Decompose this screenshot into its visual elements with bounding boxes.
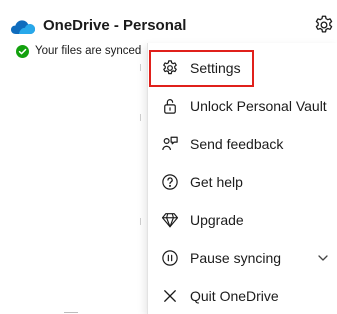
feedback-icon [162,136,178,151]
menu-item-label: Upgrade [190,212,244,228]
menu-item-label: Pause syncing [190,250,282,266]
menu-item-label: Quit OneDrive [190,288,279,304]
background-fragment [140,64,141,71]
close-icon [164,290,176,302]
lock-icon [164,99,176,114]
menu-item-get-help[interactable]: Get help [148,164,337,200]
menu-item-pause-syncing[interactable]: Pause syncing [148,240,337,276]
menu-item-label: Send feedback [190,136,284,152]
menu-item-unlock-personal-vault[interactable]: Unlock Personal Vault [148,88,337,124]
background-fragment [140,218,141,225]
background-fragment [64,312,78,313]
menu-item-quit-onedrive[interactable]: Quit OneDrive [148,278,337,314]
diamond-icon [161,213,179,228]
menu-item-send-feedback[interactable]: Send feedback [148,126,337,162]
background-fragment [140,114,141,121]
settings-menu: Settings Unlock Personal Vault Send feed… [147,43,337,314]
onedrive-cloud-icon [11,20,35,34]
menu-item-label: Unlock Personal Vault [190,98,327,114]
menu-item-settings[interactable]: Settings [148,50,337,86]
pause-icon [162,250,178,266]
menu-item-upgrade[interactable]: Upgrade [148,202,337,238]
sync-status: Your files are synced [16,43,141,59]
help-icon [162,174,178,190]
chevron-down-icon [318,255,328,261]
app-title: OneDrive - Personal [43,17,187,34]
sync-status-text: Your files are synced [35,45,142,57]
check-circle-icon [16,44,29,58]
gear-icon [163,60,177,75]
menu-item-label: Settings [190,60,241,76]
gear-icon[interactable] [313,14,335,36]
menu-item-label: Get help [190,174,243,190]
